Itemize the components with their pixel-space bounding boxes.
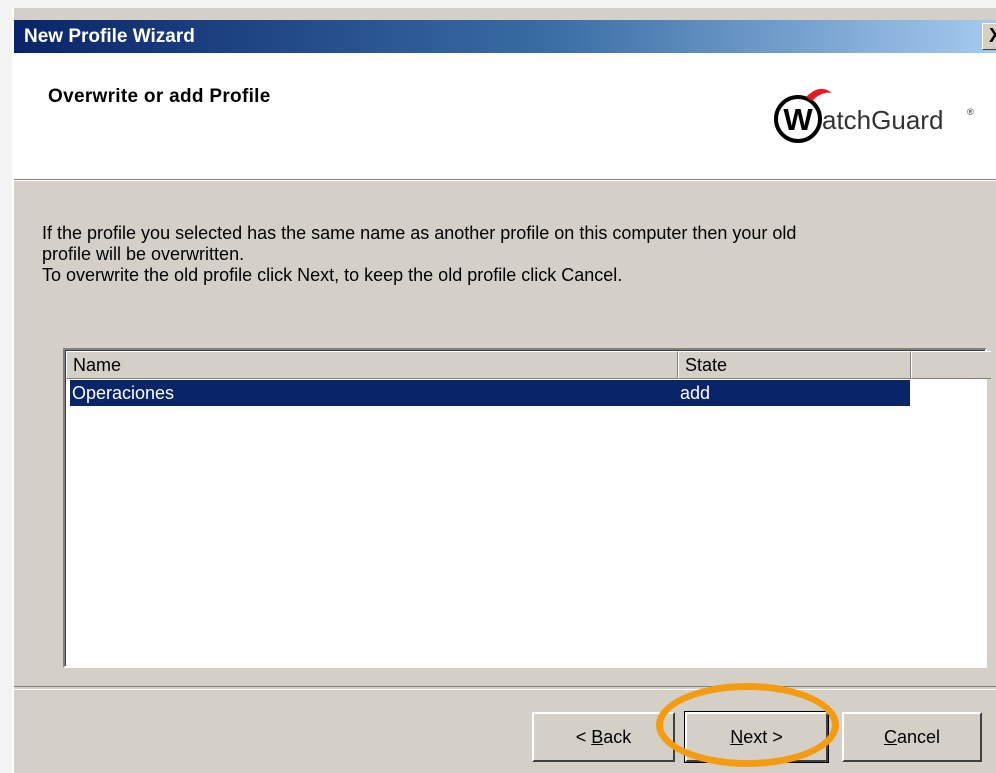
profile-list[interactable]: Name State Operaciones add [63, 348, 991, 668]
wizard-window: New Profile Wizard X Overwrite or add Pr… [12, 8, 996, 773]
close-button[interactable]: X [982, 23, 996, 50]
header-divider [14, 180, 996, 183]
description-line-2: profile will be overwritten. [42, 244, 245, 264]
logo-wordmark: atchGuard [822, 105, 943, 135]
logo-trademark: ® [967, 107, 974, 117]
next-highlight-annotation [656, 683, 839, 767]
column-header-filler [911, 351, 991, 379]
back-mnemonic: B [591, 727, 604, 747]
wizard-header: Overwrite or add Profile W atchGuard ® [14, 53, 996, 180]
cancel-label-rest: ancel [896, 727, 941, 747]
profile-list-body: Name State Operaciones add [65, 350, 991, 666]
description-line-1: If the profile you selected has the same… [42, 223, 797, 243]
cancel-button[interactable]: Cancel [842, 712, 982, 762]
back-arrow: < [575, 727, 592, 747]
close-icon: X [989, 25, 996, 47]
page-title: Overwrite or add Profile [48, 86, 271, 107]
description-line-3: To overwrite the old profile click Next,… [42, 265, 623, 285]
row-state-cell: add [680, 383, 711, 403]
footer-divider [14, 686, 996, 690]
column-header-name[interactable]: Name [66, 351, 678, 379]
row-name-cell: Operaciones [72, 383, 175, 403]
title-bar[interactable]: New Profile Wizard X [14, 20, 996, 53]
watchguard-logo: W atchGuard ® [766, 81, 986, 151]
column-header-state[interactable]: State [678, 351, 911, 379]
logo-initial: W [783, 102, 813, 137]
cancel-mnemonic: C [883, 727, 897, 747]
list-header: Name State [66, 351, 991, 379]
description-text: If the profile you selected has the same… [42, 223, 972, 286]
window-title: New Profile Wizard [24, 26, 195, 47]
back-button[interactable]: < Back [532, 712, 675, 762]
screen-background [0, 0, 996, 8]
back-label-rest: ack [603, 727, 632, 747]
table-row[interactable]: Operaciones add [70, 380, 910, 406]
